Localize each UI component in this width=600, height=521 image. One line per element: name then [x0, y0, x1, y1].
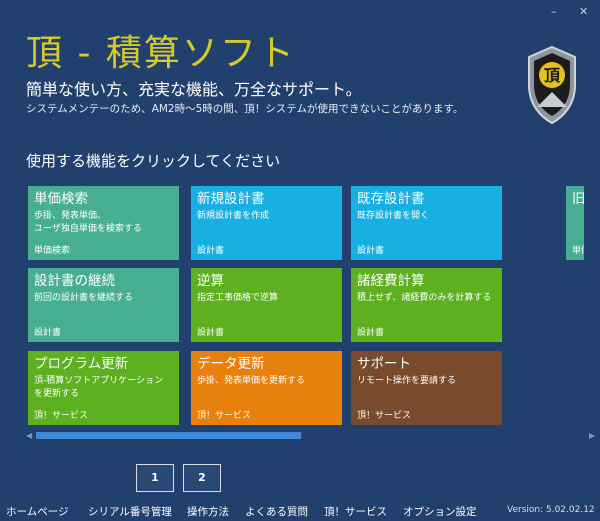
tile-description: 積上せず、諸経費のみを計算する — [357, 293, 492, 303]
tile-title: 旧単 — [572, 191, 584, 207]
tile-description: 新規設計書を作成 — [197, 211, 270, 221]
tile-description: 歩掛、発表単価、 ユーザ独自単価を検索する — [34, 211, 142, 234]
tile-description: 歩掛、発表単価を更新する — [197, 376, 306, 386]
tile-category: 頂！サービス — [357, 411, 412, 421]
footer-link-option-settings[interactable]: オプション設定 — [403, 504, 477, 519]
close-button[interactable]: ✕ — [579, 5, 588, 18]
tile-description: 指定工事価格で逆算 — [197, 293, 279, 303]
tile-existing-design-doc[interactable]: 既存設計書 既存設計書を開く 設計書 — [351, 186, 502, 260]
version-label: Version: 5.02.02.12 — [507, 505, 595, 515]
tile-support[interactable]: サポート リモート操作を要請する 頂！サービス — [351, 351, 502, 425]
app-title: 頂 - 積算ソフト — [26, 33, 296, 74]
footer-link-how-to-use[interactable]: 操作方法 — [187, 504, 229, 519]
scrollbar-thumb[interactable] — [36, 432, 301, 439]
tile-title: 新規設計書 — [197, 191, 265, 207]
tile-category: 設計書 — [197, 246, 225, 256]
tile-title: 逆算 — [197, 273, 224, 289]
page-1-button[interactable]: 1 — [136, 464, 174, 492]
tile-data-update[interactable]: データ更新 歩掛、発表単価を更新する 頂！サービス — [191, 351, 342, 425]
tile-title: 既存設計書 — [357, 191, 425, 207]
tile-description: 頂-積算ソフトアプリケーション を更新する — [34, 376, 164, 399]
scroll-left-arrow-icon[interactable]: ◀ — [26, 431, 32, 440]
tile-category: 単価 — [572, 246, 584, 256]
shield-emblem-icon: 頂 — [528, 45, 576, 125]
tile-category: 設計書 — [34, 328, 62, 338]
maintenance-notice: システムメンテーのため、AM2時～5時の間、頂！システムが使用できないことがあり… — [26, 103, 464, 115]
footer-link-homepage[interactable]: ホームページ — [6, 504, 68, 519]
tagline: 簡単な使い方、充実な機能、万全なサポート。 — [26, 80, 362, 99]
footer-link-faq[interactable]: よくある質問 — [245, 504, 308, 519]
tile-continue-design-doc[interactable]: 設計書の継続 前回の設計書を継続する 設計書 — [28, 268, 179, 342]
footer-link-serial-management[interactable]: シリアル番号管理 — [88, 504, 172, 519]
tile-title: データ更新 — [197, 356, 265, 372]
tile-old-unit-price[interactable]: 旧単 単価 — [566, 186, 584, 260]
tile-description: 前回の設計書を継続する — [34, 293, 134, 303]
horizontal-scrollbar[interactable] — [36, 432, 585, 439]
tile-title: サポート — [357, 356, 411, 372]
minimize-button[interactable]: – — [551, 5, 557, 18]
tile-new-design-doc[interactable]: 新規設計書 新規設計書を作成 設計書 — [191, 186, 342, 260]
function-tiles: 単価検索 歩掛、発表単価、 ユーザ独自単価を検索する 単価検索 新規設計書 新規… — [28, 186, 584, 426]
tile-category: 設計書 — [357, 246, 385, 256]
tile-program-update[interactable]: プログラム更新 頂-積算ソフトアプリケーション を更新する 頂！サービス — [28, 351, 179, 425]
tile-title: 諸経費計算 — [357, 273, 425, 289]
tile-description: 既存設計書を開く — [357, 211, 430, 221]
emblem-glyph: 頂 — [544, 66, 561, 85]
tile-overhead-calculation[interactable]: 諸経費計算 積上せず、諸経費のみを計算する 設計書 — [351, 268, 502, 342]
tile-unit-price-search[interactable]: 単価検索 歩掛、発表単価、 ユーザ独自単価を検索する 単価検索 — [28, 186, 179, 260]
tile-category: 頂！サービス — [34, 411, 89, 421]
tile-title: 設計書の継続 — [34, 273, 115, 289]
scroll-right-arrow-icon[interactable]: ▶ — [589, 431, 595, 440]
tile-category: 設計書 — [357, 328, 385, 338]
tile-description: リモート操作を要請する — [357, 376, 457, 386]
instruction-text: 使用する機能をクリックしてください — [26, 152, 281, 170]
tile-title: プログラム更新 — [34, 356, 129, 372]
tile-reverse-calculation[interactable]: 逆算 指定工事価格で逆算 設計書 — [191, 268, 342, 342]
tile-title: 単価検索 — [34, 191, 88, 207]
tile-category: 単価検索 — [34, 246, 71, 256]
page-2-button[interactable]: 2 — [183, 464, 221, 492]
tile-category: 設計書 — [197, 328, 225, 338]
tile-category: 頂！サービス — [197, 411, 252, 421]
footer-link-service[interactable]: 頂！サービス — [324, 504, 387, 519]
